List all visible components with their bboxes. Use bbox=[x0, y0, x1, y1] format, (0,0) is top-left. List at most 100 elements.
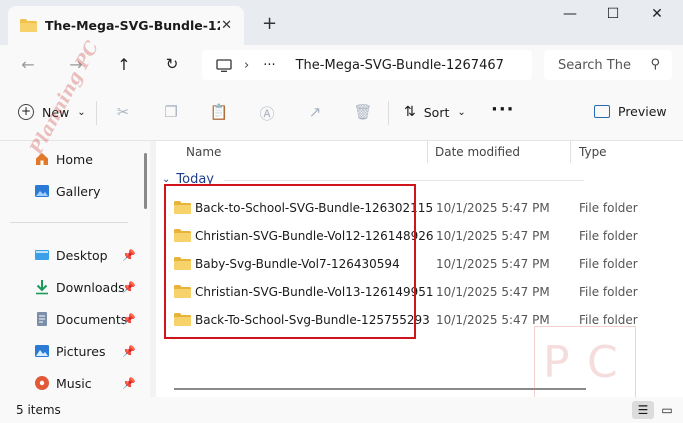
watermark-logo: PC bbox=[534, 326, 636, 408]
desktop-icon bbox=[34, 247, 50, 263]
delete-icon[interactable]: 🗑 bbox=[353, 103, 373, 123]
tab-close-icon[interactable]: ✕ bbox=[221, 18, 232, 33]
table-row[interactable]: Christian-SVG-Bundle-Vol12-126148926 10/… bbox=[172, 224, 672, 248]
gallery-icon bbox=[34, 183, 50, 199]
chevron-down-icon: ⌄ bbox=[77, 106, 86, 118]
sidebar-scrollbar[interactable] bbox=[144, 153, 147, 209]
folder-icon bbox=[174, 201, 191, 214]
file-date: 10/1/2025 5:47 PM bbox=[436, 257, 550, 271]
sidebar-item-documents[interactable]: Documents bbox=[34, 311, 127, 327]
folder-icon bbox=[20, 19, 37, 32]
maximize-button[interactable]: ☐ bbox=[598, 6, 628, 26]
file-type: File folder bbox=[579, 229, 638, 243]
sidebar-item-downloads[interactable]: Downloads bbox=[34, 279, 125, 295]
sidebar-item-music[interactable]: Music bbox=[34, 375, 92, 391]
breadcrumb-overflow-button[interactable]: ··· bbox=[263, 58, 275, 73]
paste-icon[interactable]: 📋 bbox=[209, 103, 229, 123]
file-date: 10/1/2025 5:47 PM bbox=[436, 285, 550, 299]
search-placeholder: Search The bbox=[558, 57, 631, 73]
sidebar-item-label: Documents bbox=[56, 311, 128, 327]
sidebar-item-label: Downloads bbox=[56, 279, 125, 295]
sidebar-item-pictures[interactable]: Pictures bbox=[34, 343, 106, 359]
folder-icon bbox=[174, 257, 191, 270]
file-name: Christian-SVG-Bundle-Vol12-126148926 bbox=[195, 229, 434, 243]
folder-icon bbox=[174, 285, 191, 298]
file-date: 10/1/2025 5:47 PM bbox=[436, 313, 550, 327]
pin-icon[interactable]: 📌 bbox=[122, 281, 136, 294]
rename-icon[interactable]: Ⓐ bbox=[257, 103, 277, 123]
plus-icon: + bbox=[18, 104, 34, 120]
close-button[interactable]: ✕ bbox=[642, 6, 672, 26]
column-divider[interactable] bbox=[427, 141, 428, 163]
sidebar-item-label: Gallery bbox=[56, 183, 101, 199]
group-header-today[interactable]: ⌄ Today bbox=[162, 172, 214, 187]
sidebar-item-label: Home bbox=[56, 151, 93, 167]
address-bar[interactable]: › ··· The-Mega-SVG-Bundle-1267467 bbox=[202, 50, 532, 80]
preview-label: Preview bbox=[618, 104, 667, 119]
copy-icon[interactable]: ❐ bbox=[161, 103, 181, 123]
breadcrumb-chevron-icon[interactable]: › bbox=[244, 58, 249, 73]
downloads-icon bbox=[34, 279, 50, 295]
file-date: 10/1/2025 5:47 PM bbox=[436, 229, 550, 243]
sidebar-item-label: Desktop bbox=[56, 247, 108, 263]
music-icon bbox=[34, 375, 50, 391]
column-header-type[interactable]: Type bbox=[579, 141, 607, 163]
chevron-down-icon: ⌄ bbox=[457, 106, 466, 118]
tab-active[interactable]: The-Mega-SVG-Bundle-126746 ✕ bbox=[8, 6, 244, 45]
sort-icon: ⇅ bbox=[404, 104, 416, 120]
item-count: 5 items bbox=[16, 403, 61, 417]
toolbar-divider bbox=[96, 101, 97, 125]
search-input[interactable]: Search The ⚲ bbox=[544, 50, 672, 80]
command-bar: + New ⌄ ✂ ❐ 📋 Ⓐ ↗ 🗑 ⇅ Sort ⌄ ··· Preview bbox=[0, 85, 683, 141]
file-type: File folder bbox=[579, 201, 638, 215]
file-type: File folder bbox=[579, 285, 638, 299]
table-row[interactable]: Back-to-School-SVG-Bundle-126302115 10/1… bbox=[172, 196, 672, 220]
column-header-date-modified[interactable]: Date modified bbox=[435, 141, 520, 163]
sidebar-item-label: Pictures bbox=[56, 343, 106, 359]
preview-pane-icon bbox=[594, 105, 610, 118]
file-type: File folder bbox=[579, 257, 638, 271]
column-header-name[interactable]: Name bbox=[186, 141, 221, 163]
sort-button[interactable]: ⇅ Sort ⌄ bbox=[404, 104, 466, 120]
minimize-button[interactable]: — bbox=[555, 6, 585, 26]
new-tab-button[interactable]: + bbox=[262, 13, 277, 34]
file-name: Baby-Svg-Bundle-Vol7-126430594 bbox=[195, 257, 400, 271]
refresh-button[interactable]: ↻ bbox=[160, 55, 184, 75]
cut-icon[interactable]: ✂ bbox=[113, 103, 133, 123]
details-view-icon[interactable]: ☰ bbox=[632, 401, 654, 419]
tiles-view-icon[interactable]: ▭ bbox=[656, 401, 678, 419]
toolbar-divider bbox=[388, 101, 389, 125]
column-divider[interactable] bbox=[570, 141, 571, 163]
pin-icon[interactable]: 📌 bbox=[122, 249, 136, 262]
folder-icon bbox=[174, 229, 191, 242]
sidebar-item-gallery[interactable]: Gallery bbox=[34, 183, 101, 199]
table-row[interactable]: Baby-Svg-Bundle-Vol7-126430594 10/1/2025… bbox=[172, 252, 672, 276]
file-name: Christian-SVG-Bundle-Vol13-126149951 bbox=[195, 285, 434, 299]
navigation-pane: Home Gallery Desktop 📌 Downloads 📌 Docum… bbox=[0, 141, 150, 397]
file-date: 10/1/2025 5:47 PM bbox=[436, 201, 550, 215]
chevron-down-icon: ⌄ bbox=[162, 174, 171, 185]
horizontal-scrollbar[interactable] bbox=[174, 388, 586, 390]
breadcrumb-current-folder[interactable]: The-Mega-SVG-Bundle-1267467 bbox=[296, 58, 504, 73]
sidebar-item-desktop[interactable]: Desktop bbox=[34, 247, 108, 263]
title-bar: The-Mega-SVG-Bundle-126746 ✕ + — ☐ ✕ bbox=[0, 0, 683, 45]
preview-button[interactable]: Preview bbox=[594, 104, 667, 119]
pin-icon[interactable]: 📌 bbox=[122, 313, 136, 326]
folder-icon bbox=[174, 313, 191, 326]
file-name: Back-to-School-SVG-Bundle-126302115 bbox=[195, 201, 434, 215]
group-label: Today bbox=[176, 172, 214, 187]
back-button[interactable]: ← bbox=[16, 55, 40, 75]
more-options-button[interactable]: ··· bbox=[491, 99, 515, 120]
pin-icon[interactable]: 📌 bbox=[122, 345, 136, 358]
sidebar-divider bbox=[10, 222, 128, 223]
pin-icon[interactable]: 📌 bbox=[122, 377, 136, 390]
up-button[interactable]: ↑ bbox=[112, 55, 136, 75]
search-icon: ⚲ bbox=[650, 57, 660, 72]
table-row[interactable]: Christian-SVG-Bundle-Vol13-126149951 10/… bbox=[172, 280, 672, 304]
tab-title: The-Mega-SVG-Bundle-126746 bbox=[45, 18, 220, 33]
file-type: File folder bbox=[579, 313, 638, 327]
sidebar-item-label: Music bbox=[56, 375, 92, 391]
pictures-icon bbox=[34, 343, 50, 359]
share-icon[interactable]: ↗ bbox=[305, 103, 325, 123]
sort-label: Sort bbox=[423, 104, 450, 120]
